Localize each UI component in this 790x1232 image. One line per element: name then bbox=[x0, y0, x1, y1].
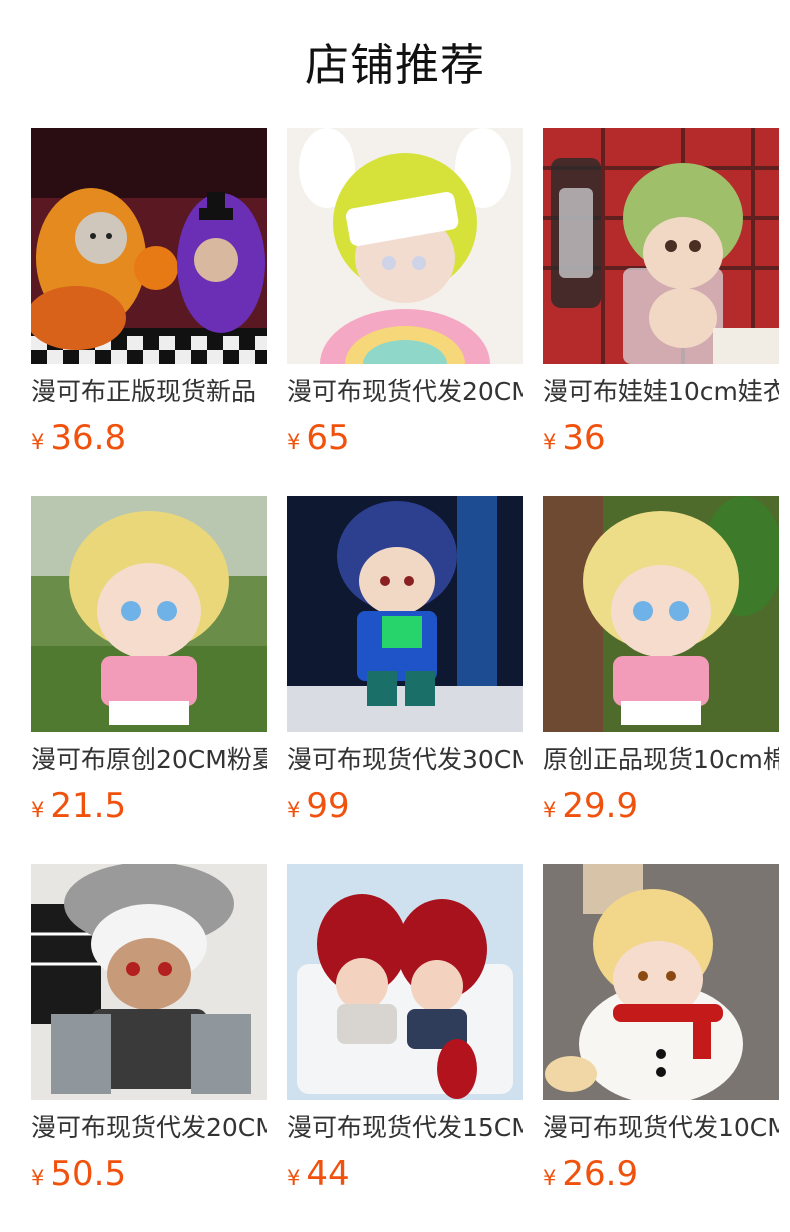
product-image[interactable] bbox=[31, 864, 267, 1100]
product-name[interactable]: 原创正品现货10cm棉 bbox=[543, 742, 779, 778]
product-price: ¥65 bbox=[287, 418, 350, 458]
currency-symbol: ¥ bbox=[543, 798, 557, 822]
product-image[interactable] bbox=[543, 864, 779, 1100]
product-price: ¥50.5 bbox=[31, 1154, 126, 1194]
currency-symbol: ¥ bbox=[287, 798, 301, 822]
product-name[interactable]: 漫可布正版现货新品 bbox=[31, 374, 267, 410]
product-grid: 漫可布正版现货新品 ¥36.8 漫可布现货代发20CM ¥65 漫可布娃娃10c… bbox=[0, 0, 790, 1232]
price-value: 99 bbox=[306, 786, 350, 826]
currency-symbol: ¥ bbox=[31, 430, 45, 454]
product-price: ¥21.5 bbox=[31, 786, 126, 826]
price-value: 65 bbox=[306, 418, 350, 458]
product-image[interactable] bbox=[31, 496, 267, 732]
product-image[interactable] bbox=[287, 128, 523, 364]
product-name[interactable]: 漫可布原创20CM粉夏 bbox=[31, 742, 267, 778]
price-value: 50.5 bbox=[50, 1154, 127, 1194]
product-image[interactable] bbox=[543, 128, 779, 364]
price-value: 26.9 bbox=[562, 1154, 639, 1194]
currency-symbol: ¥ bbox=[543, 430, 557, 454]
product-name[interactable]: 漫可布现货代发30CM bbox=[287, 742, 523, 778]
price-value: 36.8 bbox=[50, 418, 127, 458]
product-name[interactable]: 漫可布现货代发20CM bbox=[287, 374, 523, 410]
product-image[interactable] bbox=[543, 496, 779, 732]
product-name[interactable]: 漫可布现货代发15CM bbox=[287, 1110, 523, 1146]
product-price: ¥36 bbox=[543, 418, 606, 458]
product-image[interactable] bbox=[287, 864, 523, 1100]
product-name[interactable]: 漫可布娃娃10cm娃衣 bbox=[543, 374, 779, 410]
product-name[interactable]: 漫可布现货代发20CM bbox=[31, 1110, 267, 1146]
currency-symbol: ¥ bbox=[543, 1166, 557, 1190]
price-value: 36 bbox=[562, 418, 606, 458]
price-value: 44 bbox=[306, 1154, 350, 1194]
price-value: 29.9 bbox=[562, 786, 639, 826]
currency-symbol: ¥ bbox=[287, 430, 301, 454]
product-price: ¥44 bbox=[287, 1154, 350, 1194]
product-image[interactable] bbox=[31, 128, 267, 364]
product-price: ¥99 bbox=[287, 786, 350, 826]
currency-symbol: ¥ bbox=[31, 798, 45, 822]
product-price: ¥36.8 bbox=[31, 418, 126, 458]
product-price: ¥29.9 bbox=[543, 786, 638, 826]
currency-symbol: ¥ bbox=[287, 1166, 301, 1190]
product-price: ¥26.9 bbox=[543, 1154, 638, 1194]
product-image[interactable] bbox=[287, 496, 523, 732]
currency-symbol: ¥ bbox=[31, 1166, 45, 1190]
price-value: 21.5 bbox=[50, 786, 127, 826]
product-name[interactable]: 漫可布现货代发10CM bbox=[543, 1110, 779, 1146]
